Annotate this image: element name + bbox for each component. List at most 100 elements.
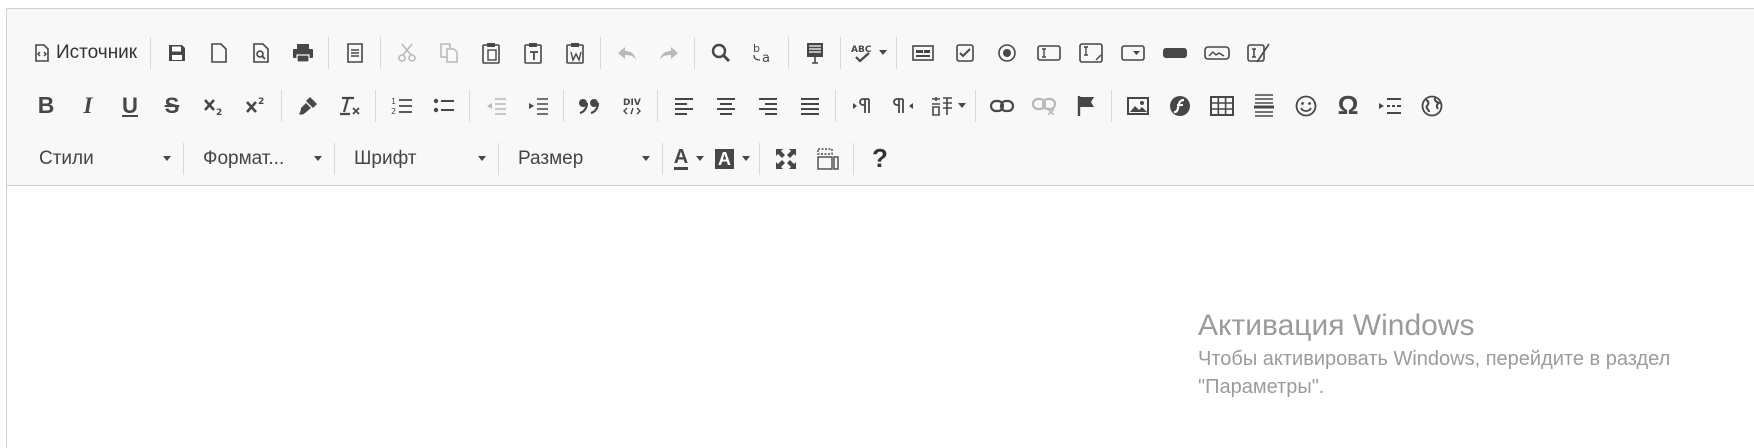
save-button[interactable] (161, 37, 193, 69)
show-blocks-button[interactable] (812, 143, 844, 175)
separator (840, 36, 842, 69)
windows-activation-watermark: Активация Windows Чтобы активировать Win… (1198, 307, 1670, 401)
image-button-field-button[interactable] (1201, 37, 1233, 69)
source-button[interactable]: Источник (30, 37, 141, 69)
separator (375, 89, 376, 122)
paste-text-button[interactable] (517, 37, 549, 69)
language-icon (932, 96, 952, 116)
form-button[interactable] (907, 37, 939, 69)
select-all-icon (807, 42, 824, 64)
separator (657, 89, 658, 122)
preview-button[interactable] (245, 37, 277, 69)
smiley-button[interactable] (1290, 90, 1322, 122)
watermark-line-2: "Параметры". (1198, 376, 1325, 398)
indent-button[interactable] (522, 90, 554, 122)
new-page-button[interactable] (203, 37, 235, 69)
font-dropdown[interactable]: Шрифт (342, 143, 492, 175)
align-left-icon (675, 97, 693, 115)
table-icon (1210, 95, 1234, 116)
align-right-button[interactable] (752, 90, 784, 122)
unlink-button[interactable] (1028, 90, 1060, 122)
separator (853, 142, 854, 175)
justify-button[interactable] (794, 90, 826, 122)
redo-icon (660, 46, 679, 60)
bulleted-list-icon (433, 98, 454, 112)
cut-icon (398, 42, 416, 62)
checkbox-button[interactable] (949, 37, 981, 69)
language-button[interactable] (930, 90, 966, 122)
rtl-button[interactable] (888, 90, 920, 122)
underline-button[interactable]: U (114, 90, 146, 122)
separator (469, 89, 470, 122)
ltr-button[interactable] (846, 90, 878, 122)
textfield-button[interactable] (1033, 37, 1065, 69)
maximize-button[interactable] (770, 143, 802, 175)
link-button[interactable] (986, 90, 1018, 122)
align-left-button[interactable] (668, 90, 700, 122)
separator (759, 142, 760, 175)
editor-content-area[interactable]: Активация Windows Чтобы активировать Win… (7, 186, 1754, 448)
align-center-button[interactable] (710, 90, 742, 122)
size-dropdown[interactable]: Размер (506, 143, 656, 175)
save-icon (169, 44, 186, 61)
maximize-icon (776, 148, 796, 169)
flash-icon (1170, 95, 1190, 116)
print-icon (293, 43, 314, 63)
cut-button[interactable] (391, 37, 423, 69)
svg-text:2: 2 (258, 97, 264, 107)
flash-button[interactable] (1164, 90, 1196, 122)
paste-word-button[interactable] (559, 37, 591, 69)
separator (975, 89, 976, 122)
iframe-button[interactable] (1416, 90, 1448, 122)
page-break-button[interactable] (1374, 90, 1406, 122)
templates-button[interactable] (339, 37, 371, 69)
textarea-button[interactable] (1075, 37, 1107, 69)
preview-icon (253, 42, 269, 63)
link-icon (990, 99, 1014, 112)
outdent-button[interactable] (480, 90, 512, 122)
templates-icon (347, 42, 363, 63)
replace-icon: ba (753, 42, 770, 64)
radio-button[interactable] (991, 37, 1023, 69)
special-char-button[interactable]: Ω (1332, 90, 1364, 122)
replace-button[interactable]: ba (747, 37, 779, 69)
strikethrough-button[interactable]: S (156, 90, 188, 122)
redo-button[interactable] (653, 37, 685, 69)
bold-button[interactable]: B (30, 90, 62, 122)
paste-button[interactable] (475, 37, 507, 69)
numbered-list-button[interactable]: 12 (386, 90, 418, 122)
blockquote-button[interactable] (574, 90, 606, 122)
create-div-button[interactable]: DIV (616, 90, 648, 122)
button-field-button[interactable] (1159, 37, 1191, 69)
image-button[interactable] (1122, 90, 1154, 122)
styles-dropdown[interactable]: Стили (27, 143, 177, 175)
bulleted-list-button[interactable] (428, 90, 460, 122)
bg-color-button[interactable]: A (715, 143, 750, 175)
remove-format-icon (340, 96, 360, 115)
horizontal-rule-button[interactable] (1248, 90, 1280, 122)
undo-button[interactable] (611, 37, 643, 69)
spellcheck-button[interactable]: ABC (851, 37, 888, 69)
select-all-button[interactable] (799, 37, 831, 69)
select-field-button[interactable] (1117, 37, 1149, 69)
anchor-button[interactable] (1070, 90, 1102, 122)
subscript-icon: 2 (204, 98, 222, 116)
italic-button[interactable]: I (72, 90, 104, 122)
paste-word-icon (566, 42, 584, 64)
editor-toolbar: Источник b a ABC B I U S 2 2 1 2 DIV Ω С… (7, 9, 1754, 186)
text-color-button[interactable]: A (673, 143, 705, 175)
print-button[interactable] (287, 37, 319, 69)
copy-formatting-button[interactable] (292, 90, 324, 122)
about-button[interactable]: ? (864, 143, 896, 175)
copy-button[interactable] (433, 37, 465, 69)
remove-format-button[interactable] (334, 90, 366, 122)
text-direction-rtl-icon (893, 97, 913, 113)
subscript-button[interactable]: 2 (198, 90, 230, 122)
table-button[interactable] (1206, 90, 1238, 122)
separator (150, 36, 152, 69)
format-dropdown[interactable]: Формат... (191, 143, 328, 175)
superscript-button[interactable]: 2 (240, 90, 272, 122)
separator (835, 89, 836, 122)
hidden-field-button[interactable] (1243, 37, 1275, 69)
find-button[interactable] (705, 37, 737, 69)
